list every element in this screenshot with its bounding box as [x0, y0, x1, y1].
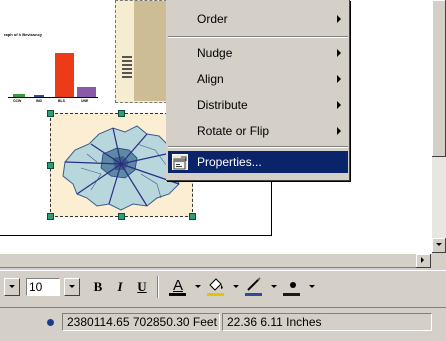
menu-item-label: Distribute	[197, 98, 248, 112]
toolbar-separator	[157, 276, 159, 298]
menu-item-distribute[interactable]: Distribute	[168, 94, 348, 116]
submenu-arrow-icon	[337, 127, 341, 135]
secondary-map-shape	[134, 1, 168, 101]
marker-color-icon	[290, 282, 296, 288]
marker-color-dropdown-icon[interactable]	[309, 285, 315, 288]
chevron-down-icon	[69, 285, 75, 288]
horizontal-scroll-track[interactable]	[0, 254, 416, 268]
menu-item-label: Nudge	[197, 46, 233, 60]
font-color-icon: A	[172, 277, 183, 294]
marker-color-swatch	[283, 293, 300, 296]
submenu-arrow-icon	[337, 101, 341, 109]
marker-color-button[interactable]	[280, 277, 304, 299]
selection-handle[interactable]	[118, 110, 125, 117]
chart-bar	[77, 87, 96, 97]
font-size-field[interactable]: 10	[26, 278, 60, 296]
selection-handle[interactable]	[47, 162, 54, 169]
map-legend	[122, 56, 132, 96]
vertical-scrollbar[interactable]	[432, 0, 446, 253]
scroll-right-button[interactable]	[416, 254, 431, 268]
submenu-arrow-icon	[337, 49, 341, 57]
draw-toolbar: 10 B I U A	[0, 270, 446, 308]
fill-color-dropdown-icon[interactable]	[233, 285, 239, 288]
vertical-scroll-thumb[interactable]	[432, 0, 446, 157]
page-position-readout: 22.36 6.11 Inches	[222, 313, 432, 331]
italic-button[interactable]: I	[110, 277, 130, 297]
selection-handle[interactable]	[47, 213, 54, 220]
menu-item-label: Properties...	[197, 155, 262, 169]
globe-icon	[47, 319, 54, 326]
menu-item-properties[interactable]: Properties...	[168, 151, 348, 173]
chart-baseline	[8, 97, 98, 98]
chart-tick-label: CCW	[13, 99, 22, 103]
submenu-arrow-icon	[337, 15, 341, 23]
font-size-dropdown-button[interactable]	[64, 278, 80, 296]
submenu-arrow-icon	[337, 75, 341, 83]
scroll-down-button[interactable]	[432, 238, 446, 253]
properties-icon	[172, 154, 188, 170]
selection-handle[interactable]	[47, 110, 54, 117]
menu-item-align[interactable]: Align	[168, 68, 348, 90]
status-bar: 2380114.65 702850.30 Feet 22.36 6.11 Inc…	[0, 310, 446, 341]
bold-button[interactable]: B	[88, 277, 108, 297]
scrollbar-corner	[432, 253, 446, 268]
menu-separator	[168, 146, 348, 148]
selection-handle[interactable]	[189, 213, 196, 220]
map-coordinates-readout: 2380114.65 702850.30 Feet	[62, 313, 220, 331]
chart-title: raph of h Bevissncy	[4, 32, 43, 37]
fill-color-swatch	[207, 293, 224, 296]
chart-tick-label: UNE	[81, 99, 89, 103]
chart-tick-label: IND	[36, 99, 43, 103]
font-dropdown-button[interactable]	[4, 278, 20, 296]
selection-handle[interactable]	[118, 213, 125, 220]
menu-item-label: Order	[197, 12, 228, 26]
underline-button[interactable]: U	[132, 277, 152, 297]
chart-bar	[55, 53, 74, 97]
secondary-map-frame[interactable]	[115, 0, 172, 103]
menu-item-label: Align	[197, 72, 224, 86]
menu-item-label: Rotate or Flip	[197, 124, 270, 138]
menu-item-order[interactable]: Order	[168, 8, 348, 30]
font-color-button[interactable]: A	[166, 277, 190, 299]
fill-color-button[interactable]	[204, 277, 228, 299]
menu-item-nudge[interactable]: Nudge	[168, 42, 348, 64]
chevron-down-icon	[9, 285, 15, 288]
font-color-dropdown-icon[interactable]	[195, 285, 201, 288]
line-color-swatch	[245, 293, 262, 296]
line-color-dropdown-icon[interactable]	[271, 285, 277, 288]
menu-separator	[168, 36, 348, 38]
horizontal-scrollbar[interactable]	[0, 253, 432, 268]
fill-color-icon	[209, 278, 223, 291]
line-color-icon	[247, 277, 261, 291]
chevron-down-icon	[436, 243, 442, 246]
font-color-swatch	[169, 293, 186, 296]
context-menu: Order Nudge Align Distribute Rotate or F…	[166, 0, 350, 181]
line-color-button[interactable]	[242, 277, 266, 299]
chevron-right-icon	[421, 257, 424, 263]
menu-item-rotate-or-flip[interactable]: Rotate or Flip	[168, 120, 348, 142]
chart-tick-label: BLS	[58, 99, 65, 103]
